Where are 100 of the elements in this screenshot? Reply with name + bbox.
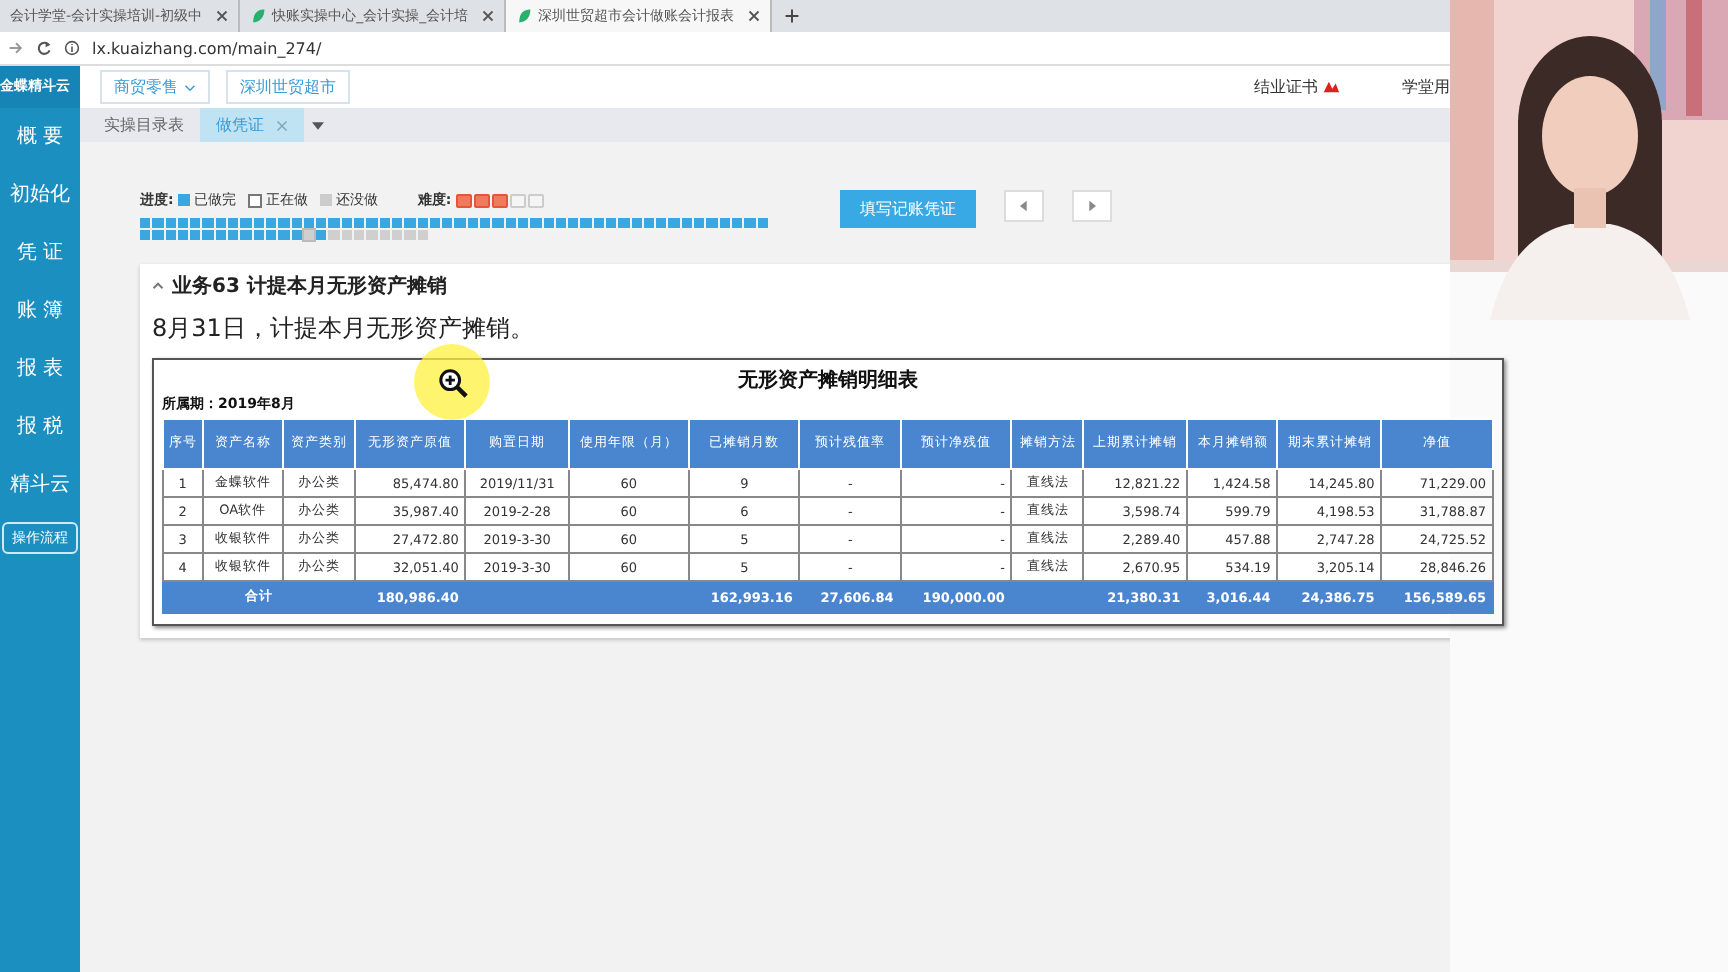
close-icon[interactable] [748,10,761,22]
progress-cell[interactable] [631,218,642,228]
progress-cell[interactable] [580,218,592,228]
progress-cell[interactable] [215,230,227,240]
dropdown-icon[interactable] [312,121,324,129]
progress-cell[interactable] [391,230,403,240]
progress-cell[interactable] [303,218,315,228]
sidebar-item[interactable]: 概 要 [16,108,64,166]
progress-cell[interactable] [303,230,315,240]
progress-cell[interactable] [253,230,264,240]
progress-cell[interactable] [265,230,277,240]
progress-cell[interactable] [328,230,340,240]
progress-cell[interactable] [379,218,390,228]
sidebar-item[interactable]: 账 簿 [16,282,64,340]
progress-cell[interactable] [366,230,378,240]
address-field[interactable]: lx.kuaizhang.com/main_274/ [92,39,322,57]
sidebar-item[interactable]: 初始化 [10,166,70,224]
progress-cell[interactable] [530,218,541,228]
sidebar-item[interactable]: 精斗云 [10,456,70,514]
progress-cell[interactable] [668,218,680,228]
progress-cell[interactable] [165,218,176,228]
progress-cell[interactable] [152,218,164,228]
progress-cell[interactable] [202,218,214,228]
user-name[interactable]: 学堂用 [1402,76,1450,98]
progress-cell[interactable] [605,218,617,228]
industry-dropdown[interactable]: 商贸零售 [100,70,210,104]
progress-cell[interactable] [140,230,151,240]
progress-cell[interactable] [152,230,164,240]
previous-button[interactable] [1004,190,1044,222]
progress-cell[interactable] [417,218,428,228]
page-tab[interactable]: 实操目录表 [88,108,200,142]
progress-cell[interactable] [454,218,466,228]
progress-cell[interactable] [341,218,353,228]
progress-cell[interactable] [643,218,655,228]
progress-cell[interactable] [706,218,718,228]
progress-cell[interactable] [240,230,252,240]
progress-cell[interactable] [228,230,239,240]
progress-cell[interactable] [417,230,428,240]
progress-cell[interactable] [253,218,264,228]
company-button[interactable]: 深圳世贸超市 [226,70,350,104]
progress-cell[interactable] [291,218,302,228]
sidebar-item[interactable]: 报 税 [16,398,64,456]
close-icon[interactable] [482,10,495,22]
progress-cell[interactable] [202,230,214,240]
progress-cell[interactable] [404,218,416,228]
progress-cell[interactable] [190,230,201,240]
progress-cell[interactable] [429,218,441,228]
progress-cell[interactable] [618,218,630,228]
progress-cell[interactable] [165,230,176,240]
progress-cell[interactable] [177,230,189,240]
progress-cell[interactable] [316,218,327,228]
progress-cell[interactable] [719,218,730,228]
progress-cell[interactable] [681,218,693,228]
progress-cell[interactable] [694,218,705,228]
progress-cell[interactable] [467,218,479,228]
forward-icon[interactable] [8,40,24,56]
progress-cell[interactable] [215,218,227,228]
progress-cell[interactable] [366,218,378,228]
task-description: 8月31日，计提本月无形资产摊销。 [152,312,536,346]
progress-cell[interactable] [505,218,516,228]
progress-cell[interactable] [341,230,353,240]
progress-cell[interactable] [278,218,290,228]
page-tab[interactable]: 做凭证 [200,108,304,142]
progress-cell[interactable] [328,218,340,228]
new-tab-icon[interactable] [784,8,801,24]
progress-cell[interactable] [354,218,365,228]
progress-cell[interactable] [354,230,365,240]
next-button[interactable] [1072,190,1112,222]
collapse-icon[interactable] [152,282,164,290]
progress-cell[interactable] [140,218,151,228]
progress-cell[interactable] [480,218,491,228]
reload-icon[interactable] [36,40,52,56]
info-icon[interactable] [64,40,80,56]
progress-cell[interactable] [404,230,416,240]
progress-cell[interactable] [568,218,579,228]
certificate-link[interactable]: 结业证书 [1254,76,1318,98]
progress-cell[interactable] [744,218,756,228]
progress-cell[interactable] [190,218,201,228]
progress-cell[interactable] [278,230,290,240]
progress-cell[interactable] [228,218,239,228]
progress-cell[interactable] [492,218,504,228]
progress-cell[interactable] [316,230,327,240]
progress-cell[interactable] [442,218,453,228]
progress-cell[interactable] [379,230,390,240]
progress-cell[interactable] [291,230,302,240]
progress-cell[interactable] [391,218,403,228]
close-icon[interactable] [216,10,229,22]
sidebar-item[interactable]: 报 表 [16,340,64,398]
progress-cell[interactable] [265,218,277,228]
sidebar-item[interactable]: 凭 证 [16,224,64,282]
progress-cell[interactable] [656,218,667,228]
progress-cell[interactable] [593,218,604,228]
progress-cell[interactable] [177,218,189,228]
fill-voucher-button[interactable]: 填写记账凭证 [840,190,976,228]
progress-cell[interactable] [517,218,529,228]
progress-cell[interactable] [731,218,743,228]
progress-cell[interactable] [240,218,252,228]
progress-cell[interactable] [757,218,768,228]
progress-cell[interactable] [555,218,567,228]
progress-cell[interactable] [543,218,554,228]
